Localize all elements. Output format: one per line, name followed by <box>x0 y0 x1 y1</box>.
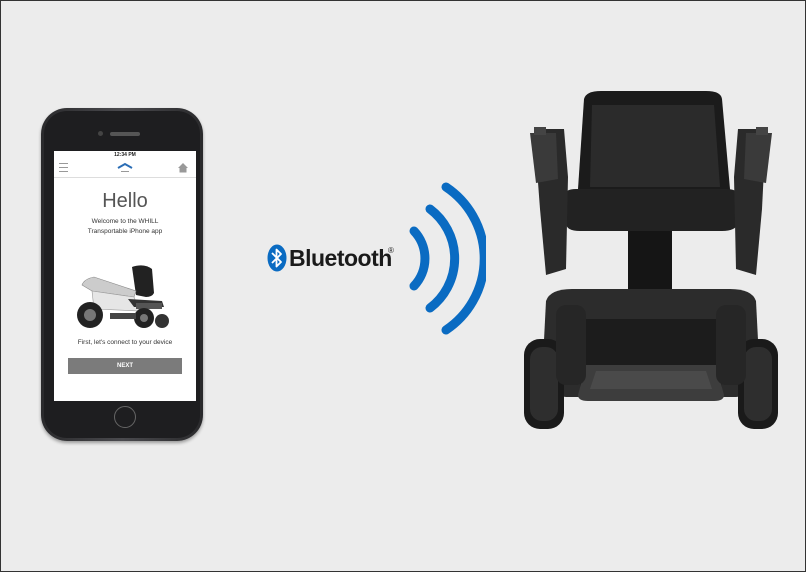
phone-home-button[interactable] <box>114 406 136 428</box>
welcome-line-2: Transportable iPhone app <box>87 228 163 235</box>
phone-screen: 12:34 PM Hello Welcome to the WHILL Tran… <box>54 151 196 401</box>
next-button[interactable]: NEXT <box>68 358 182 374</box>
status-bar-time: 12:34 PM <box>114 152 136 158</box>
earpiece <box>110 132 140 136</box>
iphone: 12:34 PM Hello Welcome to the WHILL Tran… <box>41 108 203 441</box>
menu-icon[interactable] <box>59 163 68 172</box>
whill-logo-icon <box>117 162 133 172</box>
front-camera <box>98 131 103 136</box>
image-frame: 12:34 PM Hello Welcome to the WHILL Tran… <box>0 0 806 572</box>
bluetooth-wordmark: Bluetooth <box>289 245 392 271</box>
phone-body: 12:34 PM Hello Welcome to the WHILL Tran… <box>44 111 200 438</box>
welcome-text: Welcome to the WHILL Transportable iPhon… <box>54 217 196 237</box>
welcome-line-1: Welcome to the WHILL <box>91 218 159 225</box>
bluetooth-trademark: ® <box>388 246 394 255</box>
app-header <box>54 159 196 178</box>
bluetooth-icon <box>267 244 287 272</box>
home-icon[interactable] <box>177 162 189 173</box>
connect-instruction: First, let's connect to your device <box>77 339 173 346</box>
signal-waves-icon <box>409 182 486 335</box>
whill-wheelchair <box>524 91 778 429</box>
wheelchair-thumbnail <box>77 265 169 328</box>
hello-title: Hello <box>102 190 148 212</box>
